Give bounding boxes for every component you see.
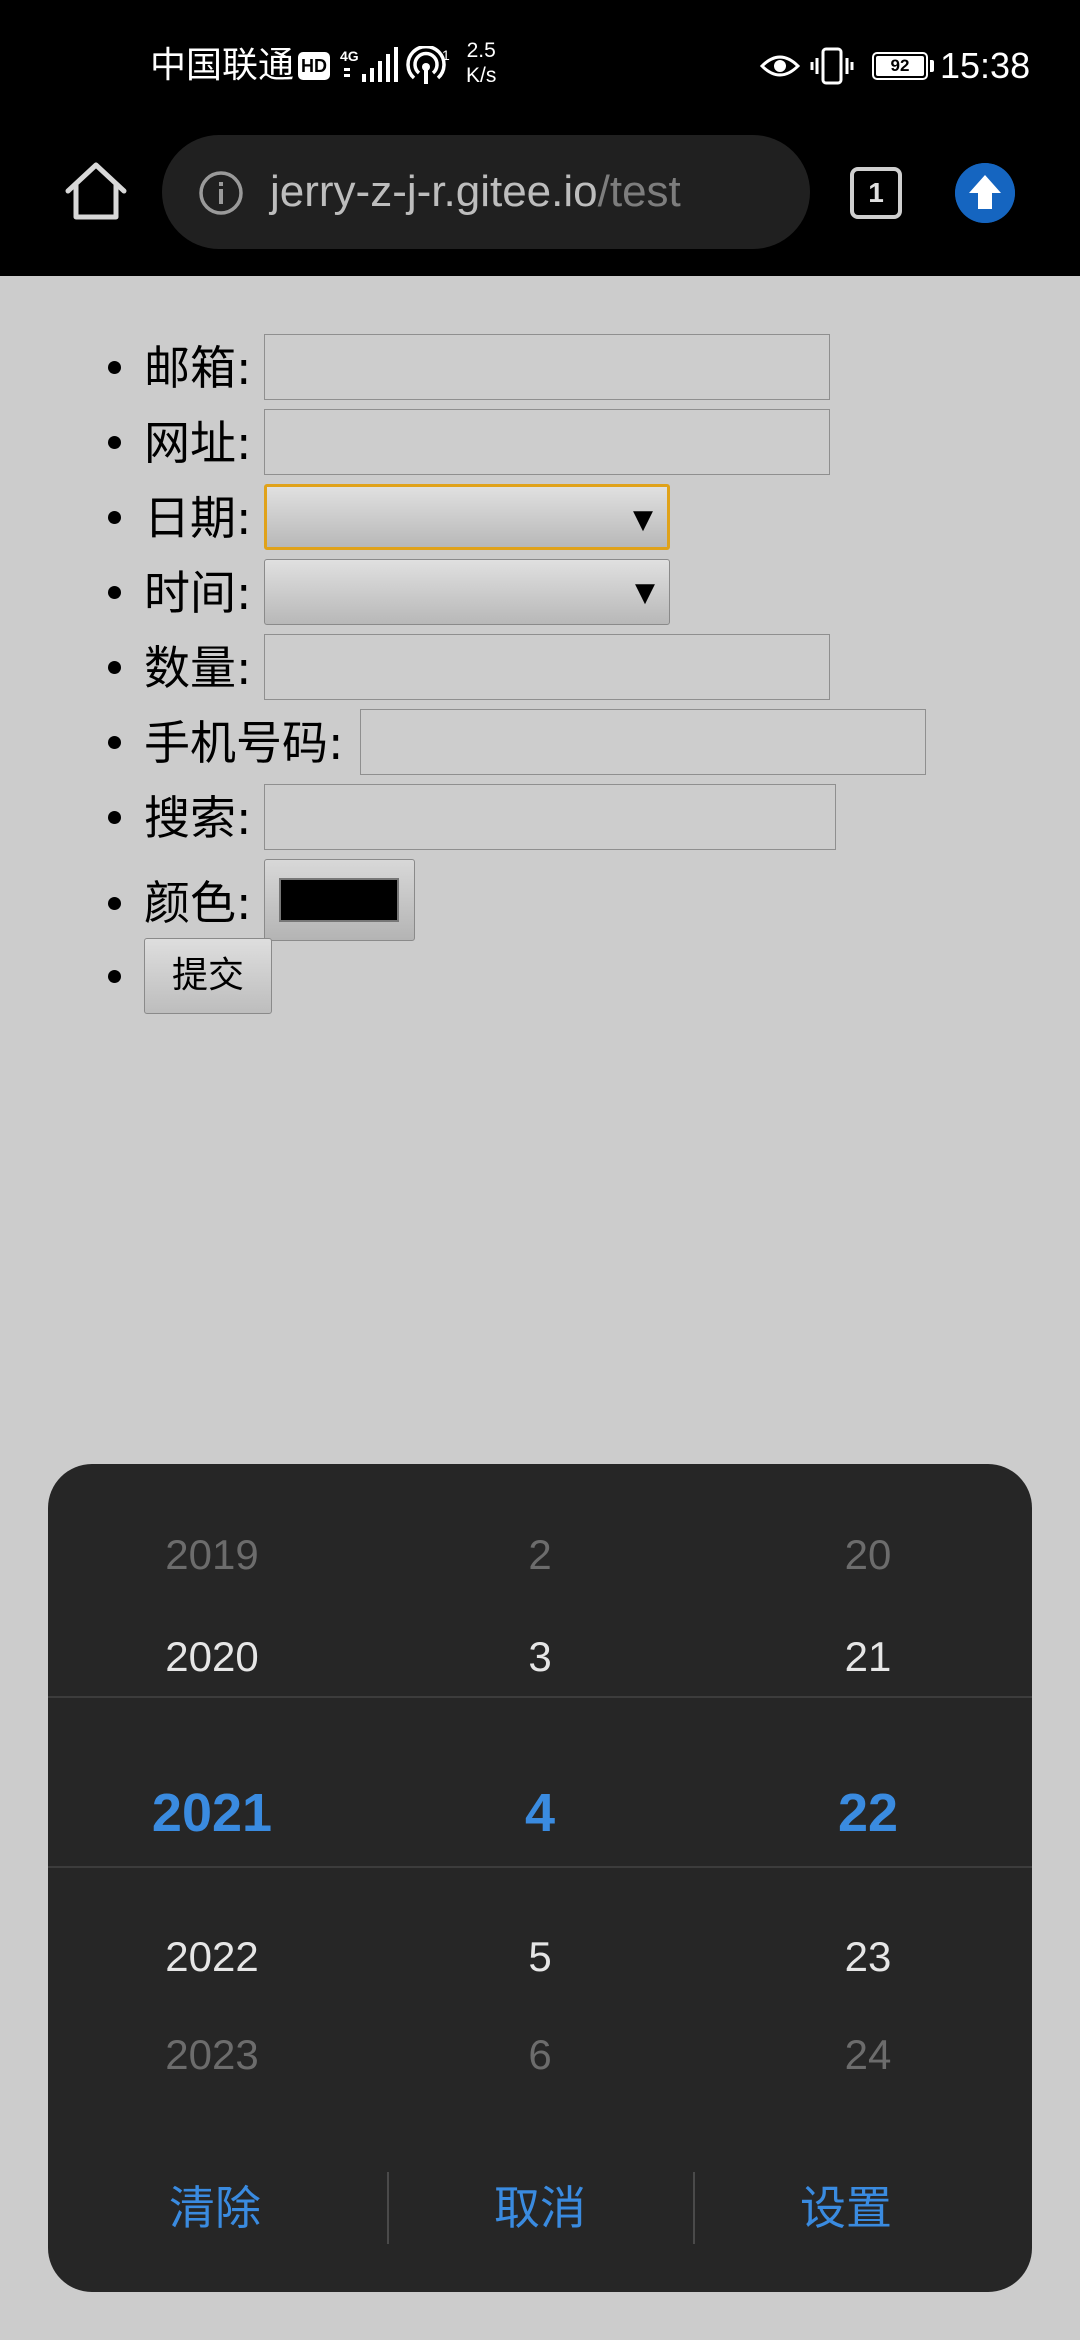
list-bullet bbox=[108, 661, 121, 674]
date-picker-sheet: 2019 2020 2021 2022 2023 2 3 4 5 6 20 21… bbox=[48, 1464, 1032, 2292]
tabs-button[interactable]: 1 bbox=[850, 167, 902, 219]
url-label: 网址: bbox=[144, 416, 252, 470]
battery-icon: 92 bbox=[872, 52, 928, 80]
phone-field[interactable] bbox=[360, 709, 926, 775]
home-icon[interactable] bbox=[62, 157, 130, 225]
number-field[interactable] bbox=[264, 634, 830, 700]
month-option[interactable]: 3 bbox=[376, 1632, 704, 1682]
month-option[interactable]: 5 bbox=[376, 1932, 704, 1982]
number-label: 数量: bbox=[144, 641, 252, 695]
eye-comfort-icon bbox=[760, 55, 800, 77]
day-wheel[interactable]: 20 21 22 23 24 bbox=[704, 1464, 1032, 2078]
url-host: jerry-z-j-r.gitee.io bbox=[270, 167, 598, 216]
hotspot-count: 1 bbox=[442, 47, 450, 63]
color-picker[interactable] bbox=[264, 859, 415, 941]
set-button[interactable]: 设置 bbox=[696, 2172, 996, 2244]
day-option[interactable]: 21 bbox=[704, 1632, 1032, 1682]
time-label: 时间: bbox=[144, 566, 252, 620]
status-bar: 中国联通 HD 4G 1 2.5 K/s 92 15:38 bbox=[0, 0, 1080, 135]
dropdown-arrow-icon: ▼ bbox=[633, 505, 653, 535]
vibrate-icon bbox=[810, 47, 854, 85]
network-type-label: 4G bbox=[340, 48, 359, 64]
date-select[interactable]: ▼ bbox=[264, 484, 670, 550]
month-option-selected[interactable]: 4 bbox=[376, 1782, 704, 1844]
clear-button[interactable]: 清除 bbox=[70, 2172, 360, 2244]
cancel-button[interactable]: 取消 bbox=[390, 2172, 690, 2244]
year-option[interactable]: 2020 bbox=[48, 1632, 376, 1682]
form-row-search: 搜索: bbox=[0, 780, 1080, 855]
dropdown-arrow-icon: ▼ bbox=[635, 578, 655, 608]
form-row-phone: 手机号码: bbox=[0, 705, 1080, 780]
selection-top-divider bbox=[48, 1696, 1032, 1698]
month-option[interactable]: 2 bbox=[376, 1530, 704, 1580]
network-speed: 2.5 K/s bbox=[466, 38, 496, 88]
list-bullet bbox=[108, 970, 121, 983]
form-row-url: 网址: bbox=[0, 405, 1080, 480]
email-label: 邮箱: bbox=[144, 341, 252, 395]
color-label: 颜色: bbox=[144, 876, 252, 930]
hotspot-icon: 1 bbox=[406, 46, 450, 84]
day-option[interactable]: 24 bbox=[704, 2030, 1032, 2080]
list-bullet bbox=[108, 511, 121, 524]
time-select[interactable]: ▼ bbox=[264, 559, 670, 625]
form-row-email: 邮箱: bbox=[0, 330, 1080, 405]
picker-actions: 清除 取消 设置 bbox=[48, 2172, 1032, 2244]
year-option-selected[interactable]: 2021 bbox=[48, 1782, 376, 1844]
form-row-time: 时间: ▼ bbox=[0, 555, 1080, 630]
day-option-selected[interactable]: 22 bbox=[704, 1782, 1032, 1844]
action-divider bbox=[387, 2172, 389, 2244]
list-bullet bbox=[108, 361, 121, 374]
clock: 15:38 bbox=[940, 45, 1031, 86]
browser-toolbar: jerry-z-j-r.gitee.io/test 1 bbox=[0, 135, 1080, 276]
hd-badge: HD bbox=[298, 52, 330, 80]
upgrade-arrow-icon[interactable] bbox=[955, 163, 1015, 223]
search-field[interactable] bbox=[264, 784, 836, 850]
carrier-name: 中国联通 bbox=[150, 45, 295, 86]
form-row-submit: 提交 bbox=[0, 930, 1080, 1020]
battery-level: 92 bbox=[876, 56, 924, 76]
list-bullet bbox=[108, 897, 121, 910]
submit-button[interactable]: 提交 bbox=[144, 938, 272, 1014]
month-option[interactable]: 6 bbox=[376, 2030, 704, 2080]
date-label: 日期: bbox=[144, 491, 252, 545]
list-bullet bbox=[108, 811, 121, 824]
url-path: /test bbox=[597, 167, 681, 216]
action-divider bbox=[693, 2172, 695, 2244]
color-swatch bbox=[279, 878, 399, 922]
year-wheel[interactable]: 2019 2020 2021 2022 2023 bbox=[48, 1464, 376, 2078]
phone-label: 手机号码: bbox=[144, 716, 344, 770]
form-row-number: 数量: bbox=[0, 630, 1080, 705]
list-bullet bbox=[108, 736, 121, 749]
year-option[interactable]: 2023 bbox=[48, 2030, 376, 2080]
info-icon[interactable] bbox=[198, 170, 244, 216]
search-label: 搜索: bbox=[144, 791, 252, 845]
url-text[interactable]: jerry-z-j-r.gitee.io/test bbox=[270, 163, 681, 221]
signal-icon: 4G bbox=[340, 47, 398, 82]
form-row-date: 日期: ▼ bbox=[0, 480, 1080, 555]
list-bullet bbox=[108, 586, 121, 599]
day-option[interactable]: 23 bbox=[704, 1932, 1032, 1982]
selection-bottom-divider bbox=[48, 1866, 1032, 1868]
address-bar[interactable]: jerry-z-j-r.gitee.io/test bbox=[162, 135, 810, 249]
email-field[interactable] bbox=[264, 334, 830, 400]
year-option[interactable]: 2022 bbox=[48, 1932, 376, 1982]
year-option[interactable]: 2019 bbox=[48, 1530, 376, 1580]
url-field[interactable] bbox=[264, 409, 830, 475]
month-wheel[interactable]: 2 3 4 5 6 bbox=[376, 1464, 704, 2078]
battery-tip bbox=[930, 60, 934, 72]
day-option[interactable]: 20 bbox=[704, 1530, 1032, 1580]
speed-unit: K/s bbox=[466, 64, 497, 87]
speed-value: 2.5 bbox=[466, 39, 496, 62]
list-bullet bbox=[108, 436, 121, 449]
